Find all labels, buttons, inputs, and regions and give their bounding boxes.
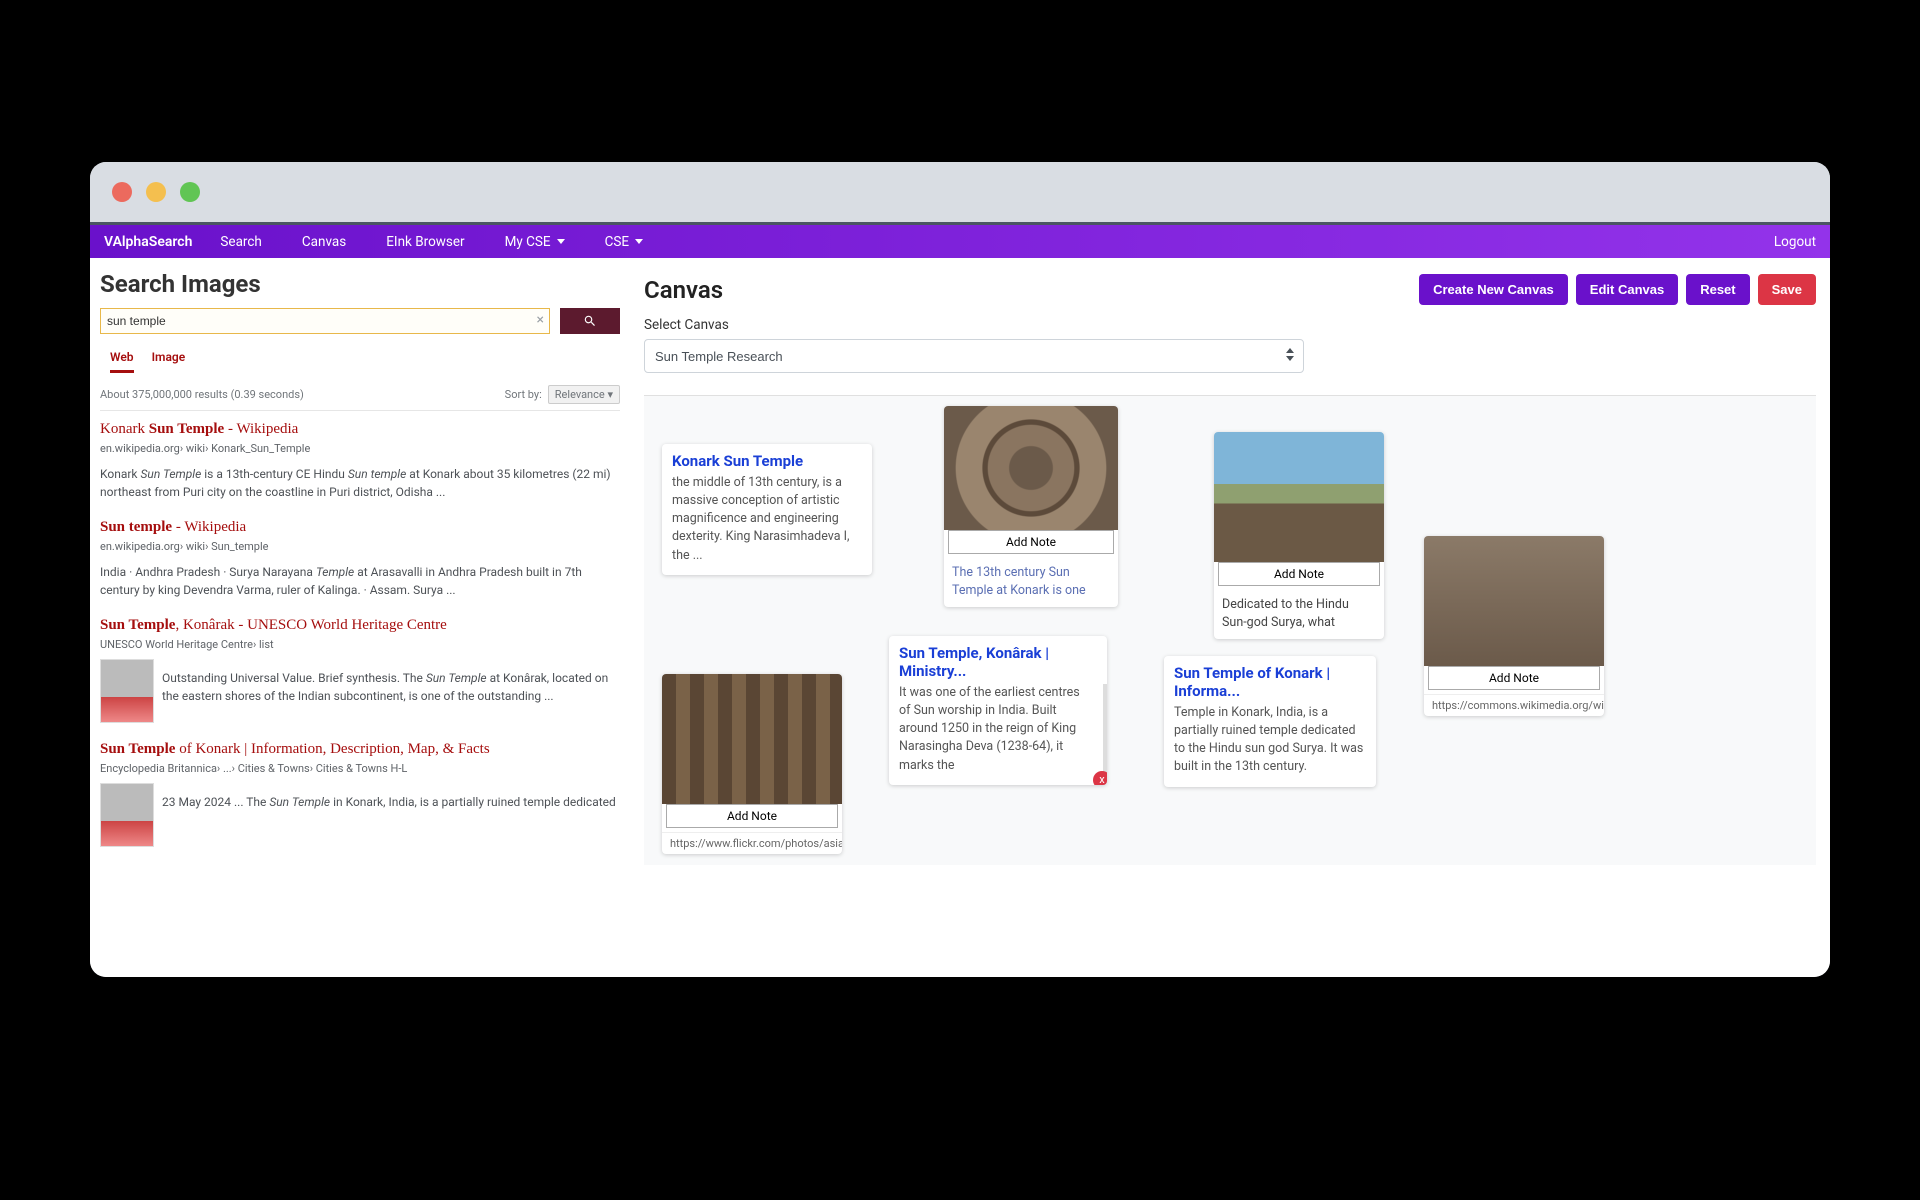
card-image bbox=[1424, 536, 1604, 666]
canvas-card-image[interactable]: Add Note The 13th century Sun Temple at … bbox=[944, 406, 1118, 607]
card-image bbox=[662, 674, 842, 804]
search-panel: Search Images × Web Image About 375,000,… bbox=[90, 258, 630, 977]
card-body: the middle of 13th century, is a massive… bbox=[662, 474, 872, 575]
nav-eink-browser[interactable]: EInk Browser bbox=[386, 234, 464, 250]
search-result: Sun Temple, Konârak - UNESCO World Herit… bbox=[100, 617, 620, 723]
canvas-card-text[interactable]: Sun Temple, Konârak | Ministry... It was… bbox=[889, 636, 1107, 785]
result-cite: en.wikipedia.org› wiki› Sun_temple bbox=[100, 540, 620, 553]
card-caption: Dedicated to the Hindu Sun-god Surya, wh… bbox=[1214, 590, 1384, 639]
add-note-button[interactable]: Add Note bbox=[1428, 666, 1600, 690]
card-url: https://commons.wikimedia.org/wil bbox=[1424, 694, 1604, 716]
card-url: https://www.flickr.com/photos/asia bbox=[662, 832, 842, 854]
nav-search[interactable]: Search bbox=[220, 234, 261, 250]
canvas-panel: Canvas Create New Canvas Edit Canvas Res… bbox=[630, 258, 1830, 977]
card-close-button[interactable]: x bbox=[1093, 771, 1107, 785]
chevron-down-icon bbox=[629, 234, 643, 250]
card-caption: The 13th century Sun Temple at Konark is… bbox=[944, 558, 1118, 607]
sort-label: Sort by: bbox=[505, 388, 542, 401]
search-result: Sun temple - Wikipedia en.wikipedia.org› … bbox=[100, 519, 620, 599]
edit-canvas-button[interactable]: Edit Canvas bbox=[1576, 274, 1678, 305]
close-window-dot[interactable] bbox=[112, 182, 132, 202]
sort-wrap: Sort by: Relevance ▾ bbox=[505, 385, 620, 404]
clear-search-icon[interactable]: × bbox=[537, 312, 544, 328]
card-title-link[interactable]: Sun Temple of Konark | Informa... bbox=[1164, 656, 1376, 704]
result-cite: UNESCO World Heritage Centre› list bbox=[100, 638, 620, 651]
select-canvas[interactable]: Sun Temple Research bbox=[644, 339, 1304, 373]
tab-image[interactable]: Image bbox=[152, 350, 186, 373]
nav-canvas[interactable]: Canvas bbox=[302, 234, 346, 250]
result-thumbnail[interactable] bbox=[100, 659, 154, 723]
canvas-area[interactable]: Konark Sun Temple the middle of 13th cen… bbox=[644, 395, 1816, 865]
result-snippet: Konark Sun Temple is a 13th-century CE H… bbox=[100, 465, 620, 501]
window-titlebar bbox=[90, 162, 1830, 222]
save-button[interactable]: Save bbox=[1758, 274, 1816, 305]
result-title-link[interactable]: Konark Sun Temple - Wikipedia bbox=[100, 421, 620, 438]
reset-button[interactable]: Reset bbox=[1686, 274, 1749, 305]
result-title-link[interactable]: Sun Temple, Konârak - UNESCO World Herit… bbox=[100, 617, 620, 634]
create-canvas-button[interactable]: Create New Canvas bbox=[1419, 274, 1568, 305]
sort-select[interactable]: Relevance ▾ bbox=[548, 385, 620, 404]
add-note-button[interactable]: Add Note bbox=[666, 804, 838, 828]
result-cite: Encyclopedia Britannica› ...› Cities & T… bbox=[100, 762, 620, 775]
nav-cse[interactable]: CSE bbox=[605, 234, 643, 250]
search-input[interactable] bbox=[100, 308, 550, 334]
tab-web[interactable]: Web bbox=[110, 350, 134, 373]
canvas-card-image[interactable]: Add Note Dedicated to the Hindu Sun-god … bbox=[1214, 432, 1384, 639]
canvas-card-image[interactable]: Add Note https://commons.wikimedia.org/w… bbox=[1424, 536, 1604, 716]
top-navbar: VAlphaSearch Search Canvas EInk Browser … bbox=[90, 222, 1830, 258]
results-list: Konark Sun Temple - Wikipedia en.wikipedi… bbox=[100, 415, 620, 847]
card-body: It was one of the earliest centres of Su… bbox=[889, 684, 1107, 785]
search-result: Sun Temple of Konark | Information, Desc… bbox=[100, 741, 620, 847]
result-snippet: 23 May 2024 ... The Sun Temple in Konark… bbox=[162, 793, 616, 847]
result-tabs: Web Image bbox=[110, 350, 620, 373]
search-button[interactable] bbox=[560, 308, 620, 334]
nav-my-cse[interactable]: My CSE bbox=[505, 234, 565, 250]
result-cite: en.wikipedia.org› wiki› Konark_Sun_Templ… bbox=[100, 442, 620, 455]
browser-window: VAlphaSearch Search Canvas EInk Browser … bbox=[90, 162, 1830, 977]
canvas-card-text[interactable]: Sun Temple of Konark | Informa... Temple… bbox=[1164, 656, 1376, 787]
add-note-button[interactable]: Add Note bbox=[948, 530, 1114, 554]
select-canvas-wrap: Sun Temple Research bbox=[644, 339, 1304, 373]
page-title: Search Images bbox=[100, 270, 620, 298]
brand-logo[interactable]: VAlphaSearch bbox=[104, 234, 192, 250]
canvas-buttons: Create New Canvas Edit Canvas Reset Save bbox=[1419, 274, 1816, 305]
canvas-card-image[interactable]: Add Note https://www.flickr.com/photos/a… bbox=[662, 674, 842, 854]
card-title-link[interactable]: Sun Temple, Konârak | Ministry... bbox=[889, 636, 1107, 684]
chevron-down-icon: ▾ bbox=[607, 388, 613, 401]
card-image bbox=[944, 406, 1118, 530]
canvas-card-text[interactable]: Konark Sun Temple the middle of 13th cen… bbox=[662, 444, 872, 575]
canvas-header: Canvas Create New Canvas Edit Canvas Res… bbox=[644, 274, 1816, 305]
nav-logout[interactable]: Logout bbox=[1774, 234, 1816, 250]
card-image bbox=[1214, 432, 1384, 562]
canvas-title: Canvas bbox=[644, 276, 723, 304]
search-icon bbox=[583, 314, 597, 328]
main-content: Search Images × Web Image About 375,000,… bbox=[90, 258, 1830, 977]
searchbar-row: × bbox=[100, 308, 620, 334]
search-result: Konark Sun Temple - Wikipedia en.wikipedi… bbox=[100, 421, 620, 501]
result-stats: About 375,000,000 results (0.39 seconds) bbox=[100, 388, 304, 401]
minimize-window-dot[interactable] bbox=[146, 182, 166, 202]
result-title-link[interactable]: Sun Temple of Konark | Information, Desc… bbox=[100, 741, 620, 758]
card-body: Temple in Konark, India, is a partially … bbox=[1164, 704, 1376, 787]
add-note-button[interactable]: Add Note bbox=[1218, 562, 1380, 586]
result-title-link[interactable]: Sun temple - Wikipedia bbox=[100, 519, 620, 536]
search-input-wrap: × bbox=[100, 308, 550, 334]
maximize-window-dot[interactable] bbox=[180, 182, 200, 202]
card-title-link[interactable]: Konark Sun Temple bbox=[662, 444, 872, 474]
result-snippet: India · Andhra Pradesh · Surya Narayana … bbox=[100, 563, 620, 599]
result-stats-row: About 375,000,000 results (0.39 seconds)… bbox=[100, 379, 620, 411]
chevron-down-icon bbox=[551, 234, 565, 250]
select-canvas-label: Select Canvas bbox=[644, 317, 1816, 333]
result-snippet: Outstanding Universal Value. Brief synth… bbox=[162, 669, 620, 723]
result-thumbnail[interactable] bbox=[100, 783, 154, 847]
